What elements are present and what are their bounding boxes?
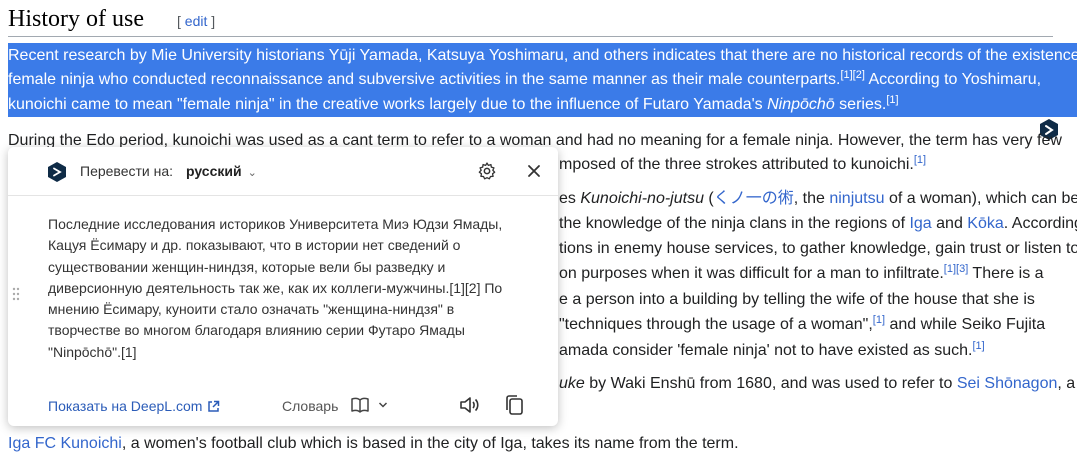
paragraph2-line-3: es Kunoichi-no-jutsu (くノ一の術, the ninjuts… (559, 190, 1077, 207)
paragraph2-line-2: mposed of the three strokes attributed t… (559, 154, 927, 174)
target-language-select[interactable]: русский ⌄ (186, 163, 257, 179)
close-icon[interactable] (524, 161, 544, 181)
chevron-down-icon: ⌄ (247, 167, 257, 179)
external-link-icon (208, 400, 220, 412)
translation-text[interactable]: Последние исследования историков Универс… (48, 214, 538, 363)
ninjutsu-link[interactable]: ninjutsu (829, 190, 884, 207)
popup-header: Перевести на: русский ⌄ (8, 147, 558, 196)
citation[interactable]: [1][2] (840, 69, 864, 81)
selected-line-2[interactable]: female ninja who conducted reconnaissanc… (8, 70, 1041, 90)
citation-link[interactable]: [1][3] (944, 263, 968, 275)
paragraph2-line-5: tions in enemy house services, to gather… (559, 240, 1077, 257)
citation[interactable]: [1] (886, 94, 898, 106)
edit-section: [ edit ] (177, 13, 216, 29)
paragraph2-line-8: "techniques through the usage of a woman… (559, 314, 1046, 334)
edit-link[interactable]: edit (185, 13, 208, 29)
translate-to-label: Перевести на: (80, 163, 174, 179)
drag-handle-icon[interactable] (12, 287, 20, 301)
section-heading: History of use [ edit ] (8, 2, 1053, 37)
deepl-logo-icon (48, 162, 66, 182)
selected-line-3[interactable]: kunoichi came to mean "female ninja" in … (8, 95, 899, 115)
selected-line-1[interactable]: Recent research by Mie University histor… (8, 46, 1077, 66)
show-on-deepl-link[interactable]: Показать на DeepL.com (48, 398, 220, 414)
kunoichi-jp-link[interactable]: くノ一の術 (714, 190, 794, 207)
dictionary-button[interactable]: Словарь (282, 398, 338, 414)
koka-link[interactable]: Kōka (967, 215, 1003, 232)
paragraph2-line-9: amada consider 'female ninja' not to hav… (559, 340, 985, 360)
citation-link[interactable]: [1] (972, 340, 984, 352)
paragraph2-line-6: on purposes when it was difficult for a … (559, 263, 1044, 283)
citation-link[interactable]: [1] (914, 154, 926, 166)
citation-link[interactable]: [1] (873, 314, 885, 326)
copy-icon[interactable] (504, 394, 524, 416)
paragraph2-line-7: e a person into a building by telling th… (559, 291, 1035, 308)
book-icon[interactable] (350, 396, 370, 414)
last-line: Iga FC Kunoichi, a women's football club… (8, 435, 739, 452)
chevron-down-icon[interactable] (378, 398, 388, 412)
paragraph2-line-10: uke by Waki Enshū from 1680, and was use… (559, 375, 1076, 392)
sei-shonagon-link[interactable]: Sei Shōnagon (957, 375, 1058, 392)
section-title: History of use (8, 6, 144, 32)
iga-link[interactable]: Iga (909, 215, 931, 232)
iga-fc-kunoichi-link[interactable]: Iga FC Kunoichi (8, 435, 122, 452)
paragraph2-line-4: the knowledge of the ninja clans in the … (559, 215, 1077, 232)
deepl-translation-popup: Перевести на: русский ⌄ Последние исследо… (8, 147, 558, 426)
speaker-icon[interactable] (459, 395, 481, 415)
gear-icon[interactable] (477, 161, 497, 181)
